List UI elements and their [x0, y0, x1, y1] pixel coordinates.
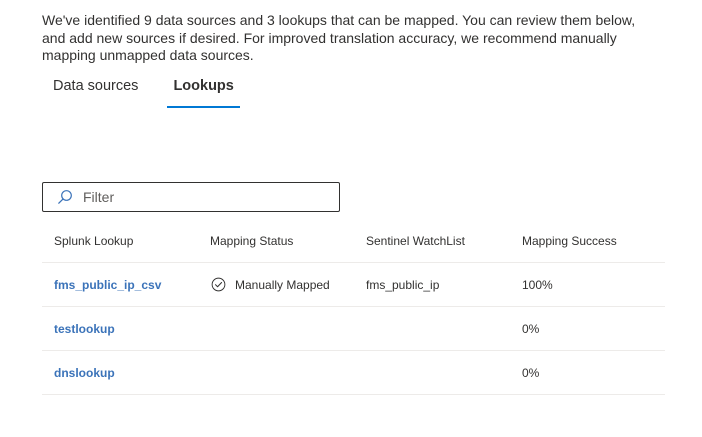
lookups-page: We've identified 9 data sources and 3 lo… [0, 0, 702, 437]
mapping-status: Manually Mapped [210, 277, 354, 293]
tab-bar: Data sources Lookups [42, 74, 258, 110]
lookup-link[interactable]: dnslookup [54, 366, 115, 380]
lookup-link[interactable]: testlookup [54, 322, 115, 336]
table-header: Splunk Lookup Mapping Status Sentinel Wa… [42, 220, 665, 263]
mapping-success-value: 0% [522, 321, 540, 336]
column-header-mapping-success[interactable]: Mapping Success [510, 234, 665, 248]
search-icon [55, 187, 75, 207]
column-header-sentinel-watchlist[interactable]: Sentinel WatchList [354, 234, 510, 248]
filter-box[interactable] [42, 182, 340, 212]
table-row[interactable]: fms_public_ip_csv Manually Mapped fms_pu… [42, 263, 665, 307]
check-circle-icon [210, 277, 226, 293]
tab-data-sources[interactable]: Data sources [42, 74, 149, 104]
table-row[interactable]: dnslookup 0% [42, 351, 665, 395]
table-row[interactable]: testlookup 0% [42, 307, 665, 351]
filter-input[interactable] [81, 188, 325, 206]
mapping-success-value: 100% [522, 277, 553, 292]
lookup-link[interactable]: fms_public_ip_csv [54, 278, 161, 292]
intro-text: We've identified 9 data sources and 3 lo… [42, 12, 636, 63]
watchlist-value: fms_public_ip [366, 277, 440, 292]
lookups-table: Splunk Lookup Mapping Status Sentinel Wa… [42, 220, 665, 395]
tab-lookups[interactable]: Lookups [162, 74, 244, 108]
column-header-splunk-lookup[interactable]: Splunk Lookup [42, 234, 198, 248]
column-header-mapping-status[interactable]: Mapping Status [198, 234, 354, 248]
mapping-status-label: Manually Mapped [235, 277, 330, 292]
mapping-success-value: 0% [522, 365, 540, 380]
